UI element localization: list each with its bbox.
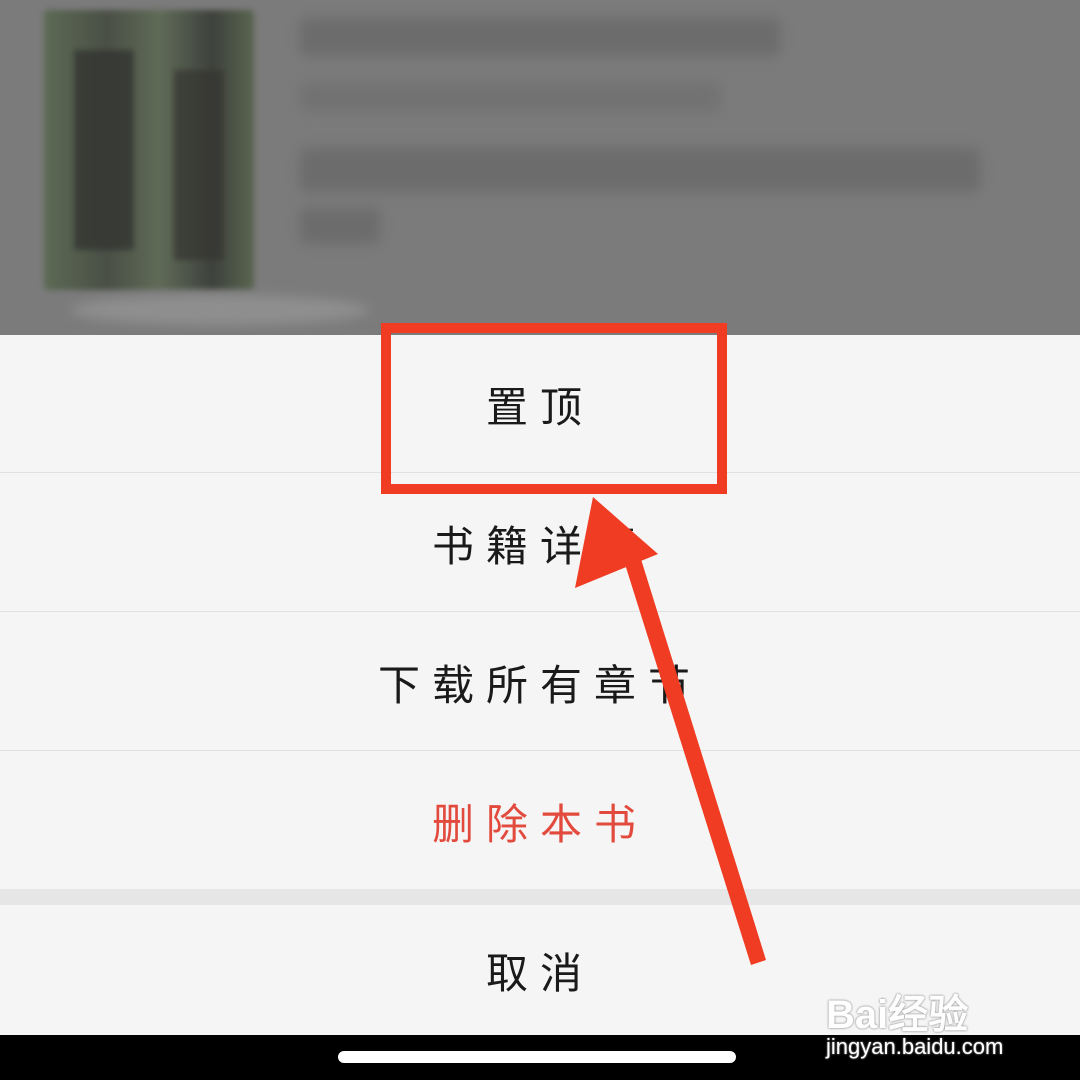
download-all-chapters-button[interactable]: 下载所有章节 [0, 613, 1080, 751]
book-cover-image [44, 10, 254, 290]
watermark-url: jingyan.baidu.com [826, 1034, 1004, 1059]
annotation-highlight-box [381, 323, 727, 494]
book-author-blurred [300, 82, 720, 112]
delete-book-button[interactable]: 删除本书 [0, 752, 1080, 890]
book-intro-blurred-2 [300, 208, 380, 244]
divider [0, 611, 1080, 612]
book-title-blurred [300, 18, 780, 56]
blurred-book-card [0, 0, 1080, 335]
section-gap [0, 889, 1080, 905]
book-details-button[interactable]: 书籍详情 [0, 474, 1080, 612]
watermark-logo: Bai经验 [826, 993, 969, 1037]
cover-shadow [70, 295, 370, 325]
divider [0, 750, 1080, 751]
home-indicator[interactable] [338, 1051, 736, 1063]
baidu-jingyan-watermark: Bai经验 jingyan.baidu.com [826, 960, 1056, 1075]
book-intro-blurred [300, 148, 980, 192]
